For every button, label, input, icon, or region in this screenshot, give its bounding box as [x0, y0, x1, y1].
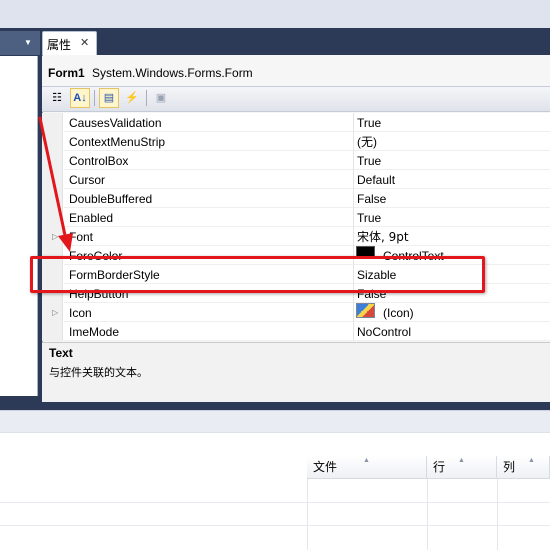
left-panel: [0, 56, 38, 396]
sort-icon: ▲: [528, 457, 535, 464]
property-name: CausesValidation: [69, 116, 162, 130]
property-value[interactable]: 宋体, 9pt: [357, 229, 409, 245]
property-value[interactable]: True: [357, 153, 381, 169]
description-text: 与控件关联的文本。: [49, 366, 148, 379]
column-divider[interactable]: [353, 113, 354, 341]
events-button[interactable]: ⚡: [122, 88, 142, 108]
list-row-divider: [0, 525, 550, 526]
property-name: Cursor: [69, 173, 106, 187]
property-row[interactable]: [64, 208, 550, 227]
property-row[interactable]: [64, 303, 550, 322]
property-row[interactable]: [64, 322, 550, 341]
property-name: Font: [69, 230, 94, 244]
property-value[interactable]: (Icon): [383, 305, 414, 321]
property-name: ContextMenuStrip: [69, 135, 166, 149]
bottom-panel-toolbar: [0, 432, 550, 456]
property-value[interactable]: True: [357, 210, 381, 226]
form-icon: [356, 303, 375, 318]
alphabetical-button[interactable]: A↓: [70, 88, 90, 108]
property-pages-button[interactable]: ▣: [151, 88, 171, 108]
expand-icon[interactable]: ▷: [52, 305, 58, 321]
categorized-button[interactable]: ☷: [47, 88, 67, 108]
description-title: Text: [49, 346, 73, 360]
list-column-divider: [427, 479, 428, 550]
tab-label: 属性: [47, 38, 72, 52]
property-name: ControlBox: [69, 154, 129, 168]
property-value[interactable]: NoControl: [357, 324, 411, 340]
properties-button[interactable]: ▤: [99, 88, 119, 108]
object-name: Form1: [48, 66, 85, 80]
property-value[interactable]: Default: [357, 172, 395, 188]
property-row[interactable]: [64, 227, 550, 246]
close-icon[interactable]: ✕: [80, 34, 89, 52]
toolbar-separator: [94, 90, 95, 106]
property-row[interactable]: [64, 151, 550, 170]
toolbar-separator: [146, 90, 147, 106]
highlight-box: [30, 256, 485, 293]
property-row[interactable]: [64, 170, 550, 189]
property-name: DoubleBuffered: [69, 192, 153, 206]
title-band: [0, 0, 550, 28]
list-row-divider: [0, 502, 550, 503]
column-header-column[interactable]: 列: [497, 456, 550, 479]
bottom-panel-header: [0, 410, 550, 432]
property-value[interactable]: (无): [357, 134, 377, 150]
list-column-divider: [497, 479, 498, 550]
property-value[interactable]: False: [357, 191, 386, 207]
property-value[interactable]: True: [357, 115, 381, 131]
property-name: ImeMode: [69, 325, 120, 339]
property-name: Icon: [69, 306, 92, 320]
property-name: Enabled: [69, 211, 114, 225]
chevron-down-icon[interactable]: ▼: [20, 31, 36, 55]
object-type: System.Windows.Forms.Form: [92, 66, 253, 80]
sort-icon: ▲: [363, 457, 370, 464]
expand-icon[interactable]: ▷: [52, 229, 58, 245]
sort-icon: ▲: [458, 457, 465, 464]
list-column-divider: [307, 479, 308, 550]
